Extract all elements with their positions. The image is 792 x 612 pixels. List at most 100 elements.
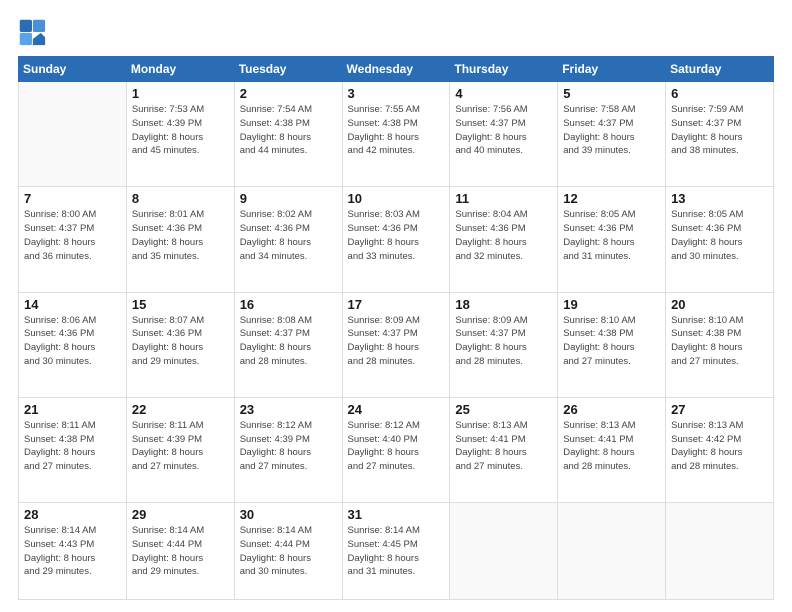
- calendar-week-3: 14 Sunrise: 8:06 AMSunset: 4:36 PMDayligh…: [19, 292, 774, 397]
- day-info: Sunrise: 8:05 AMSunset: 4:36 PMDaylight:…: [563, 208, 660, 263]
- day-number: 21: [24, 402, 121, 417]
- calendar-cell: 8 Sunrise: 8:01 AMSunset: 4:36 PMDaylight…: [126, 187, 234, 292]
- day-number: 1: [132, 86, 229, 101]
- logo: [18, 18, 50, 46]
- day-info: Sunrise: 8:12 AMSunset: 4:39 PMDaylight:…: [240, 419, 337, 474]
- calendar-cell: 28 Sunrise: 8:14 AMSunset: 4:43 PMDayligh…: [19, 503, 127, 600]
- day-number: 5: [563, 86, 660, 101]
- day-number: 31: [348, 507, 445, 522]
- day-number: 9: [240, 191, 337, 206]
- day-info: Sunrise: 8:07 AMSunset: 4:36 PMDaylight:…: [132, 314, 229, 369]
- calendar-week-1: 1 Sunrise: 7:53 AMSunset: 4:39 PMDaylight…: [19, 82, 774, 187]
- day-number: 26: [563, 402, 660, 417]
- day-number: 27: [671, 402, 768, 417]
- day-info: Sunrise: 7:59 AMSunset: 4:37 PMDaylight:…: [671, 103, 768, 158]
- day-info: Sunrise: 8:12 AMSunset: 4:40 PMDaylight:…: [348, 419, 445, 474]
- calendar-table: SundayMondayTuesdayWednesdayThursdayFrid…: [18, 56, 774, 600]
- day-number: 12: [563, 191, 660, 206]
- day-info: Sunrise: 7:53 AMSunset: 4:39 PMDaylight:…: [132, 103, 229, 158]
- weekday-header-thursday: Thursday: [450, 57, 558, 82]
- day-number: 24: [348, 402, 445, 417]
- logo-icon: [18, 18, 46, 46]
- calendar-cell: 6 Sunrise: 7:59 AMSunset: 4:37 PMDaylight…: [666, 82, 774, 187]
- day-number: 22: [132, 402, 229, 417]
- calendar-cell: 29 Sunrise: 8:14 AMSunset: 4:44 PMDayligh…: [126, 503, 234, 600]
- weekday-header-saturday: Saturday: [666, 57, 774, 82]
- day-info: Sunrise: 8:03 AMSunset: 4:36 PMDaylight:…: [348, 208, 445, 263]
- calendar-cell: [558, 503, 666, 600]
- day-info: Sunrise: 8:04 AMSunset: 4:36 PMDaylight:…: [455, 208, 552, 263]
- day-info: Sunrise: 8:06 AMSunset: 4:36 PMDaylight:…: [24, 314, 121, 369]
- day-info: Sunrise: 8:13 AMSunset: 4:41 PMDaylight:…: [455, 419, 552, 474]
- calendar-cell: 21 Sunrise: 8:11 AMSunset: 4:38 PMDayligh…: [19, 397, 127, 502]
- calendar-cell: 1 Sunrise: 7:53 AMSunset: 4:39 PMDaylight…: [126, 82, 234, 187]
- day-number: 18: [455, 297, 552, 312]
- day-info: Sunrise: 8:09 AMSunset: 4:37 PMDaylight:…: [455, 314, 552, 369]
- day-number: 14: [24, 297, 121, 312]
- day-info: Sunrise: 7:56 AMSunset: 4:37 PMDaylight:…: [455, 103, 552, 158]
- calendar-cell: [666, 503, 774, 600]
- calendar-cell: [450, 503, 558, 600]
- weekday-header-wednesday: Wednesday: [342, 57, 450, 82]
- calendar-cell: 9Sunrise: 8:02 AMSunset: 4:36 PMDaylight…: [234, 187, 342, 292]
- day-info: Sunrise: 8:05 AMSunset: 4:36 PMDaylight:…: [671, 208, 768, 263]
- calendar-cell: 10Sunrise: 8:03 AMSunset: 4:36 PMDayligh…: [342, 187, 450, 292]
- day-info: Sunrise: 8:11 AMSunset: 4:38 PMDaylight:…: [24, 419, 121, 474]
- day-number: 19: [563, 297, 660, 312]
- day-info: Sunrise: 8:10 AMSunset: 4:38 PMDaylight:…: [671, 314, 768, 369]
- calendar-cell: 11 Sunrise: 8:04 AMSunset: 4:36 PMDayligh…: [450, 187, 558, 292]
- day-info: Sunrise: 8:14 AMSunset: 4:45 PMDaylight:…: [348, 524, 445, 579]
- calendar-cell: 17 Sunrise: 8:09 AMSunset: 4:37 PMDayligh…: [342, 292, 450, 397]
- day-number: 6: [671, 86, 768, 101]
- day-number: 2: [240, 86, 337, 101]
- calendar-cell: 15 Sunrise: 8:07 AMSunset: 4:36 PMDayligh…: [126, 292, 234, 397]
- calendar-cell: 18 Sunrise: 8:09 AMSunset: 4:37 PMDayligh…: [450, 292, 558, 397]
- calendar-cell: 30Sunrise: 8:14 AMSunset: 4:44 PMDayligh…: [234, 503, 342, 600]
- day-number: 17: [348, 297, 445, 312]
- calendar-cell: 2Sunrise: 7:54 AMSunset: 4:38 PMDaylight…: [234, 82, 342, 187]
- calendar-cell: 27 Sunrise: 8:13 AMSunset: 4:42 PMDayligh…: [666, 397, 774, 502]
- header: [18, 18, 774, 46]
- calendar-cell: 3 Sunrise: 7:55 AMSunset: 4:38 PMDaylight…: [342, 82, 450, 187]
- calendar-cell: 7 Sunrise: 8:00 AMSunset: 4:37 PMDaylight…: [19, 187, 127, 292]
- day-info: Sunrise: 8:13 AMSunset: 4:42 PMDaylight:…: [671, 419, 768, 474]
- day-number: 28: [24, 507, 121, 522]
- day-info: Sunrise: 7:55 AMSunset: 4:38 PMDaylight:…: [348, 103, 445, 158]
- calendar-week-4: 21 Sunrise: 8:11 AMSunset: 4:38 PMDayligh…: [19, 397, 774, 502]
- calendar-cell: 12 Sunrise: 8:05 AMSunset: 4:36 PMDayligh…: [558, 187, 666, 292]
- calendar-cell: 14 Sunrise: 8:06 AMSunset: 4:36 PMDayligh…: [19, 292, 127, 397]
- day-number: 23: [240, 402, 337, 417]
- day-info: Sunrise: 8:10 AMSunset: 4:38 PMDaylight:…: [563, 314, 660, 369]
- day-number: 30: [240, 507, 337, 522]
- day-number: 3: [348, 86, 445, 101]
- day-number: 16: [240, 297, 337, 312]
- calendar-page: SundayMondayTuesdayWednesdayThursdayFrid…: [0, 0, 792, 612]
- weekday-header-tuesday: Tuesday: [234, 57, 342, 82]
- day-info: Sunrise: 8:01 AMSunset: 4:36 PMDaylight:…: [132, 208, 229, 263]
- day-info: Sunrise: 8:14 AMSunset: 4:44 PMDaylight:…: [132, 524, 229, 579]
- calendar-cell: 13 Sunrise: 8:05 AMSunset: 4:36 PMDayligh…: [666, 187, 774, 292]
- calendar-cell: 20Sunrise: 8:10 AMSunset: 4:38 PMDayligh…: [666, 292, 774, 397]
- day-info: Sunrise: 8:14 AMSunset: 4:43 PMDaylight:…: [24, 524, 121, 579]
- day-info: Sunrise: 7:58 AMSunset: 4:37 PMDaylight:…: [563, 103, 660, 158]
- day-number: 7: [24, 191, 121, 206]
- day-info: Sunrise: 8:00 AMSunset: 4:37 PMDaylight:…: [24, 208, 121, 263]
- day-number: 13: [671, 191, 768, 206]
- day-number: 15: [132, 297, 229, 312]
- calendar-cell: 22Sunrise: 8:11 AMSunset: 4:39 PMDayligh…: [126, 397, 234, 502]
- day-number: 29: [132, 507, 229, 522]
- calendar-cell: 5 Sunrise: 7:58 AMSunset: 4:37 PMDaylight…: [558, 82, 666, 187]
- day-info: Sunrise: 8:13 AMSunset: 4:41 PMDaylight:…: [563, 419, 660, 474]
- calendar-cell: 26 Sunrise: 8:13 AMSunset: 4:41 PMDayligh…: [558, 397, 666, 502]
- day-number: 4: [455, 86, 552, 101]
- day-info: Sunrise: 8:09 AMSunset: 4:37 PMDaylight:…: [348, 314, 445, 369]
- calendar-cell: 23 Sunrise: 8:12 AMSunset: 4:39 PMDayligh…: [234, 397, 342, 502]
- calendar-cell: 19 Sunrise: 8:10 AMSunset: 4:38 PMDayligh…: [558, 292, 666, 397]
- calendar-cell: 24 Sunrise: 8:12 AMSunset: 4:40 PMDayligh…: [342, 397, 450, 502]
- calendar-week-2: 7 Sunrise: 8:00 AMSunset: 4:37 PMDaylight…: [19, 187, 774, 292]
- day-number: 11: [455, 191, 552, 206]
- calendar-cell: 16 Sunrise: 8:08 AMSunset: 4:37 PMDayligh…: [234, 292, 342, 397]
- weekday-header-monday: Monday: [126, 57, 234, 82]
- day-info: Sunrise: 8:08 AMSunset: 4:37 PMDaylight:…: [240, 314, 337, 369]
- day-number: 8: [132, 191, 229, 206]
